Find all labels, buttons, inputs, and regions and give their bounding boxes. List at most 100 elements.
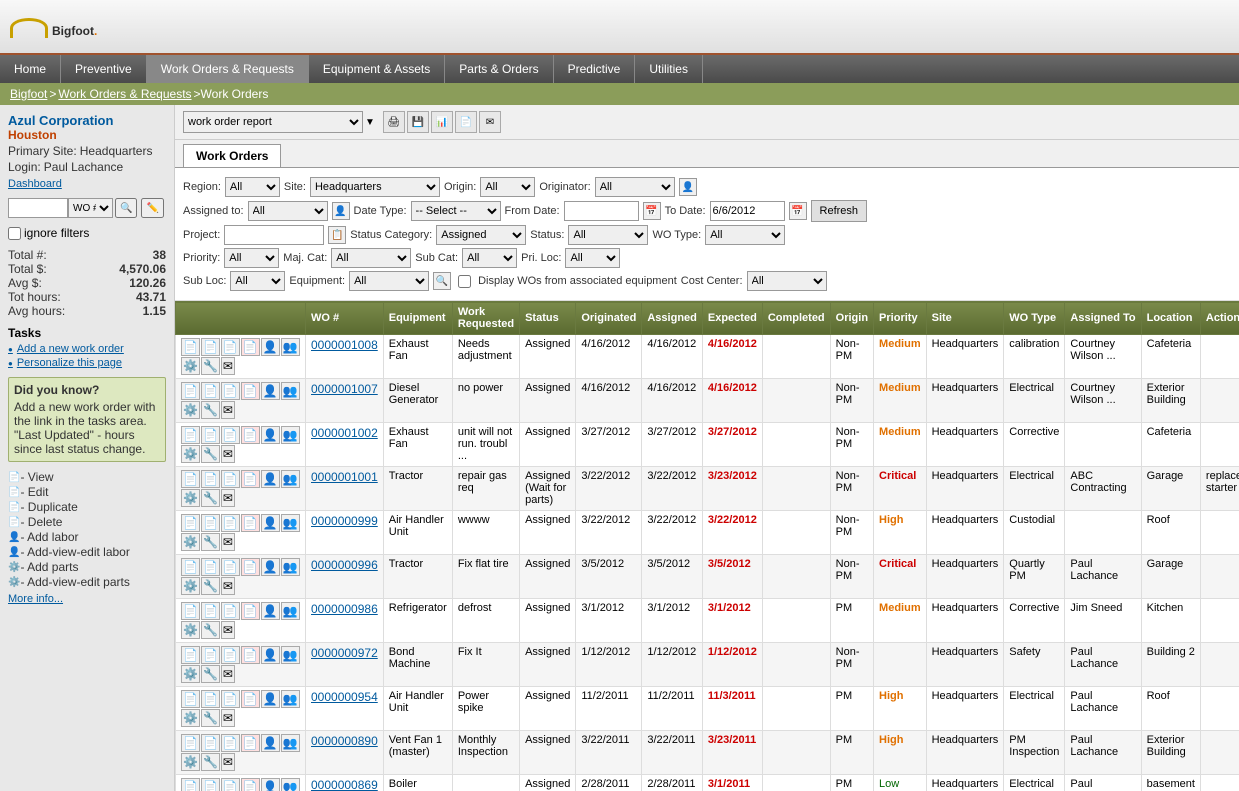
icon-parts2[interactable]: 🔧 [201, 621, 220, 639]
icon-delete[interactable]: 📄 [241, 338, 260, 356]
icon-duplicate[interactable]: 📄 [221, 514, 240, 532]
row-wo-number[interactable]: 0000001002 [306, 423, 384, 467]
th-completed[interactable]: Completed [762, 302, 830, 335]
icon-person1[interactable]: 👤 [261, 338, 280, 356]
icon-edit[interactable]: 📄 [201, 558, 220, 576]
icon-duplicate[interactable]: 📄 [221, 778, 240, 791]
sidebar-search-button[interactable]: 🔍 [115, 198, 137, 218]
icon-gear[interactable]: ⚙️ [181, 533, 200, 551]
status-category-select[interactable]: Assigned [436, 225, 526, 245]
icon-parts2[interactable]: 🔧 [201, 665, 220, 683]
nav-equipment[interactable]: Equipment & Assets [309, 55, 445, 83]
icon-gear[interactable]: ⚙️ [181, 577, 200, 595]
sidebar-search-input[interactable] [8, 198, 68, 218]
breadcrumb-work-orders-requests[interactable]: Work Orders & Requests [58, 87, 191, 101]
icon-duplicate[interactable]: 📄 [221, 734, 240, 752]
th-work-requested[interactable]: WorkRequested [452, 302, 519, 335]
icon-parts2[interactable]: 🔧 [201, 357, 220, 375]
icon-view[interactable]: 📄 [181, 338, 200, 356]
refresh-button[interactable]: Refresh [811, 200, 868, 222]
project-icon[interactable]: 📋 [328, 226, 346, 244]
report-icon-email[interactable]: ✉ [479, 111, 501, 133]
icon-person2[interactable]: 👥 [281, 778, 300, 791]
th-originated[interactable]: Originated [576, 302, 642, 335]
icon-delete[interactable]: 📄 [241, 514, 260, 532]
icon-email[interactable]: ✉ [221, 533, 235, 551]
icon-email[interactable]: ✉ [221, 577, 235, 595]
icon-email[interactable]: ✉ [221, 357, 235, 375]
nav-utilities[interactable]: Utilities [635, 55, 703, 83]
icon-person1[interactable]: 👤 [261, 514, 280, 532]
icon-person1[interactable]: 👤 [261, 646, 280, 664]
status-select[interactable]: All [568, 225, 648, 245]
report-icon-pdf[interactable]: 📄 [455, 111, 477, 133]
icon-view[interactable]: 📄 [181, 382, 200, 400]
icon-view[interactable]: 📄 [181, 646, 200, 664]
icon-duplicate[interactable]: 📄 [221, 470, 240, 488]
task-add-work-order[interactable]: Add a new work order [8, 343, 166, 355]
icon-duplicate[interactable]: 📄 [221, 690, 240, 708]
legend-edit[interactable]: 📄- Edit [8, 485, 166, 499]
icon-duplicate[interactable]: 📄 [221, 602, 240, 620]
row-wo-number[interactable]: 0000001007 [306, 379, 384, 423]
icon-email[interactable]: ✉ [221, 489, 235, 507]
th-wo-type[interactable]: WO Type [1004, 302, 1065, 335]
project-input[interactable] [224, 225, 324, 245]
report-icon-print[interactable]: 🖨 [383, 111, 405, 133]
icon-edit[interactable]: 📄 [201, 514, 220, 532]
icon-view[interactable]: 📄 [181, 690, 200, 708]
legend-view[interactable]: 📄- View [8, 470, 166, 484]
icon-view[interactable]: 📄 [181, 558, 200, 576]
icon-person1[interactable]: 👤 [261, 778, 280, 791]
icon-gear[interactable]: ⚙️ [181, 709, 200, 727]
assigned-to-person-icon[interactable]: 👤 [332, 202, 350, 220]
icon-delete[interactable]: 📄 [241, 778, 260, 791]
icon-person1[interactable]: 👤 [261, 382, 280, 400]
assigned-to-select[interactable]: All [248, 201, 328, 221]
sidebar-search-type[interactable]: WO # [68, 198, 113, 218]
icon-edit[interactable]: 📄 [201, 470, 220, 488]
icon-email[interactable]: ✉ [221, 753, 235, 771]
equipment-search-icon[interactable]: 🔍 [433, 272, 451, 290]
icon-delete[interactable]: 📄 [241, 426, 260, 444]
icon-edit[interactable]: 📄 [201, 338, 220, 356]
task-personalize[interactable]: Personalize this page [8, 357, 166, 369]
th-equipment[interactable]: Equipment [383, 302, 452, 335]
nav-predictive[interactable]: Predictive [554, 55, 636, 83]
icon-person2[interactable]: 👥 [281, 690, 300, 708]
icon-view[interactable]: 📄 [181, 426, 200, 444]
pri-loc-select[interactable]: All [565, 248, 620, 268]
report-icon-save[interactable]: 💾 [407, 111, 429, 133]
ignore-filters-checkbox[interactable] [8, 227, 21, 240]
icon-email[interactable]: ✉ [221, 665, 235, 683]
icon-view[interactable]: 📄 [181, 470, 200, 488]
icon-person1[interactable]: 👤 [261, 558, 280, 576]
icon-delete[interactable]: 📄 [241, 558, 260, 576]
icon-person2[interactable]: 👥 [281, 426, 300, 444]
icon-person2[interactable]: 👥 [281, 470, 300, 488]
icon-email[interactable]: ✉ [221, 445, 235, 463]
row-wo-number[interactable]: 0000000954 [306, 687, 384, 731]
th-location[interactable]: Location [1141, 302, 1200, 335]
from-date-input[interactable] [564, 201, 639, 221]
icon-delete[interactable]: 📄 [241, 602, 260, 620]
th-priority[interactable]: Priority [874, 302, 927, 335]
icon-email[interactable]: ✉ [221, 621, 235, 639]
row-wo-number[interactable]: 0000001001 [306, 467, 384, 511]
icon-email[interactable]: ✉ [221, 709, 235, 727]
th-assigned[interactable]: Assigned [642, 302, 703, 335]
equipment-select[interactable]: All [349, 271, 429, 291]
th-wo[interactable]: WO # [306, 302, 384, 335]
icon-person2[interactable]: 👥 [281, 646, 300, 664]
icon-gear[interactable]: ⚙️ [181, 357, 200, 375]
legend-delete[interactable]: 📄- Delete [8, 515, 166, 529]
icon-duplicate[interactable]: 📄 [221, 426, 240, 444]
icon-view[interactable]: 📄 [181, 514, 200, 532]
icon-parts2[interactable]: 🔧 [201, 577, 220, 595]
legend-add-view-labor[interactable]: 👤- Add-view-edit labor [8, 545, 166, 559]
icon-duplicate[interactable]: 📄 [221, 558, 240, 576]
icon-parts2[interactable]: 🔧 [201, 401, 220, 419]
icon-view[interactable]: 📄 [181, 734, 200, 752]
row-wo-number[interactable]: 0000000999 [306, 511, 384, 555]
icon-duplicate[interactable]: 📄 [221, 338, 240, 356]
